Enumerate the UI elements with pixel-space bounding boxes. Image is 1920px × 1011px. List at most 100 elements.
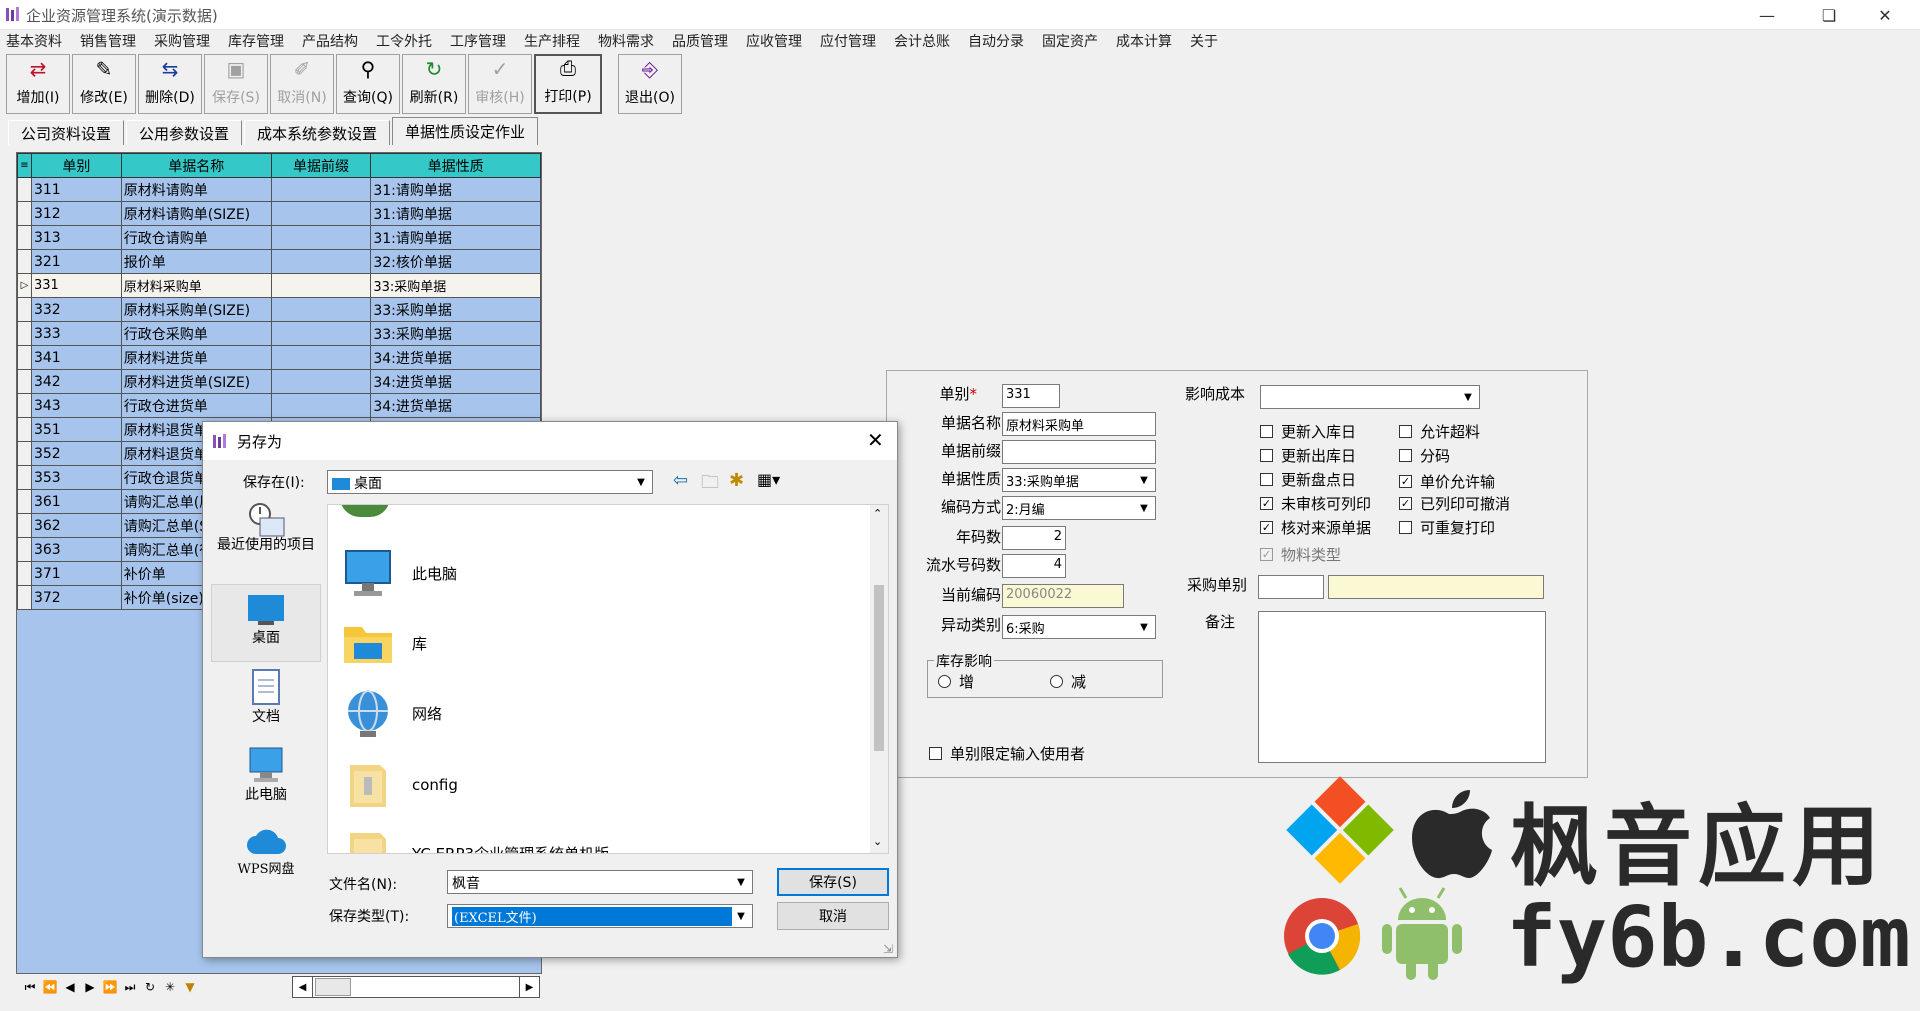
- prev-record-icon[interactable]: ◀: [60, 980, 80, 994]
- next-page-icon[interactable]: ⏩: [100, 980, 120, 994]
- prev-page-icon[interactable]: ⏪: [40, 980, 60, 994]
- menu-bom[interactable]: 产品结构: [302, 31, 358, 51]
- cell-prefix[interactable]: [270, 297, 372, 322]
- col-header-name[interactable]: 单据名称: [120, 153, 272, 178]
- dialog-save-button[interactable]: 保存(S): [777, 868, 889, 896]
- cell-type[interactable]: 341: [30, 345, 122, 370]
- update-count-date-checkbox[interactable]: 更新盘点日: [1260, 469, 1356, 490]
- doc-type-field[interactable]: 331: [1002, 384, 1060, 408]
- row-indicator[interactable]: [17, 537, 32, 562]
- cell-nature[interactable]: 33:采购单据: [370, 297, 541, 322]
- cost-effect-select[interactable]: ▼: [1260, 385, 1480, 409]
- doc-name-field[interactable]: 原材料采购单: [1002, 412, 1156, 436]
- place-documents[interactable]: 文档: [211, 662, 321, 740]
- cell-name[interactable]: 原材料请购单: [120, 177, 272, 202]
- cell-type[interactable]: 332: [30, 297, 122, 322]
- serial-digits-field[interactable]: 4: [1002, 554, 1066, 578]
- cell-type[interactable]: 331: [30, 273, 122, 298]
- save-button[interactable]: ▣ 保存(S): [204, 54, 268, 114]
- cell-nature[interactable]: 31:请购单据: [370, 177, 541, 202]
- cell-type[interactable]: 362: [30, 513, 122, 538]
- row-indicator[interactable]: [17, 201, 32, 226]
- menu-ledger[interactable]: 会计总账: [894, 31, 950, 51]
- reprint-checkbox[interactable]: 可重复打印: [1399, 517, 1495, 538]
- table-row[interactable]: 311 原材料请购单 31:请购单据: [17, 177, 541, 202]
- tab-doc-nature[interactable]: 单据性质设定作业: [392, 117, 539, 145]
- query-button[interactable]: ⚲ 查询(Q): [336, 54, 400, 114]
- menu-quality[interactable]: 品质管理: [672, 31, 728, 51]
- restore-icon[interactable]: ❏: [1806, 0, 1852, 30]
- filename-input[interactable]: 枫音 ▼: [447, 870, 753, 894]
- scroll-thumb[interactable]: [874, 585, 884, 751]
- stock-increase-radio[interactable]: 增: [938, 671, 974, 692]
- cell-prefix[interactable]: [270, 321, 372, 346]
- minimize-icon[interactable]: —: [1744, 0, 1790, 30]
- cell-name[interactable]: 行政仓采购单: [120, 321, 272, 346]
- save-in-select[interactable]: 桌面 ▼: [327, 470, 653, 494]
- view-menu-icon[interactable]: ▦▾: [757, 470, 780, 489]
- update-in-date-checkbox[interactable]: 更新入库日: [1260, 421, 1356, 442]
- verify-source-checkbox[interactable]: ✓ 核对来源单据: [1260, 517, 1371, 538]
- cell-type[interactable]: 313: [30, 225, 122, 250]
- file-item-network[interactable]: 网络: [340, 683, 442, 743]
- cell-nature[interactable]: 31:请购单据: [370, 201, 541, 226]
- cell-type[interactable]: 352: [30, 441, 122, 466]
- cell-prefix[interactable]: [270, 273, 372, 298]
- row-indicator[interactable]: [17, 417, 32, 442]
- table-row[interactable]: 343 行政仓进货单 34:进货单据: [17, 393, 541, 418]
- file-item-this-pc[interactable]: 此电脑: [340, 543, 457, 603]
- chevron-down-icon[interactable]: ▼: [1135, 471, 1153, 489]
- purchase-doc-field[interactable]: [1258, 575, 1324, 599]
- table-row[interactable]: 332 原材料采购单(SIZE) 33:采购单据: [17, 297, 541, 322]
- cell-prefix[interactable]: [270, 249, 372, 274]
- audit-button[interactable]: ✓ 审核(H): [468, 54, 532, 114]
- row-pointer-icon[interactable]: ▷: [17, 273, 32, 298]
- cell-type[interactable]: 343: [30, 393, 122, 418]
- row-indicator[interactable]: [17, 177, 32, 202]
- cell-name[interactable]: 原材料进货单(SIZE): [120, 369, 272, 394]
- coding-select[interactable]: 2:月编 ▼: [1002, 496, 1156, 520]
- resize-grip-icon[interactable]: ⇲: [883, 942, 893, 956]
- first-record-icon[interactable]: ⏮: [20, 980, 40, 995]
- menu-mrp[interactable]: 物料需求: [598, 31, 654, 51]
- chevron-down-icon[interactable]: ▼: [632, 473, 650, 491]
- cell-type[interactable]: 312: [30, 201, 122, 226]
- cell-name[interactable]: 行政仓请购单: [120, 225, 272, 250]
- material-type-checkbox[interactable]: ✓ 物料类型: [1260, 544, 1341, 565]
- cell-prefix[interactable]: [270, 369, 372, 394]
- allow-over-checkbox[interactable]: 允许超料: [1399, 421, 1480, 442]
- cell-nature[interactable]: 33:采购单据: [370, 273, 541, 298]
- cell-nature[interactable]: 34:进货单据: [370, 369, 541, 394]
- cell-type[interactable]: 342: [30, 369, 122, 394]
- cell-name[interactable]: 报价单: [120, 249, 272, 274]
- cell-nature[interactable]: 33:采购单据: [370, 321, 541, 346]
- row-indicator[interactable]: [17, 249, 32, 274]
- col-header-prefix[interactable]: 单据前缀: [270, 153, 372, 178]
- cell-prefix[interactable]: [270, 393, 372, 418]
- place-desktop[interactable]: 桌面: [211, 584, 321, 662]
- row-indicator[interactable]: [17, 465, 32, 490]
- close-icon[interactable]: ✕: [1862, 0, 1908, 30]
- cancel-button[interactable]: ✐ 取消(N): [270, 54, 334, 114]
- next-record-icon[interactable]: ▶: [80, 980, 100, 994]
- tab-company[interactable]: 公司资料设置: [8, 120, 125, 145]
- tab-common-params[interactable]: 公用参数设置: [126, 120, 243, 145]
- scroll-left-icon[interactable]: ◀: [293, 977, 313, 997]
- menu-scheduling[interactable]: 生产排程: [524, 31, 580, 51]
- scroll-thumb[interactable]: [315, 978, 351, 996]
- cell-prefix[interactable]: [270, 225, 372, 250]
- cell-type[interactable]: 363: [30, 537, 122, 562]
- back-arrow-icon[interactable]: ⇦: [673, 470, 688, 491]
- dialog-cancel-button[interactable]: 取消: [777, 902, 889, 930]
- split-checkbox[interactable]: 分码: [1399, 445, 1450, 466]
- menu-receivable[interactable]: 应收管理: [746, 31, 802, 51]
- exit-button[interactable]: ⎆ 退出(O): [618, 54, 682, 114]
- cell-prefix[interactable]: [270, 201, 372, 226]
- scroll-down-icon[interactable]: ⌄: [873, 835, 882, 848]
- cell-type[interactable]: 371: [30, 561, 122, 586]
- col-header-nature[interactable]: 单据性质: [370, 153, 541, 178]
- asterisk-icon[interactable]: ✳: [160, 980, 180, 994]
- cell-type[interactable]: 311: [30, 177, 122, 202]
- table-row[interactable]: 341 原材料进货单 34:进货单据: [17, 345, 541, 370]
- menu-sales[interactable]: 销售管理: [80, 31, 136, 51]
